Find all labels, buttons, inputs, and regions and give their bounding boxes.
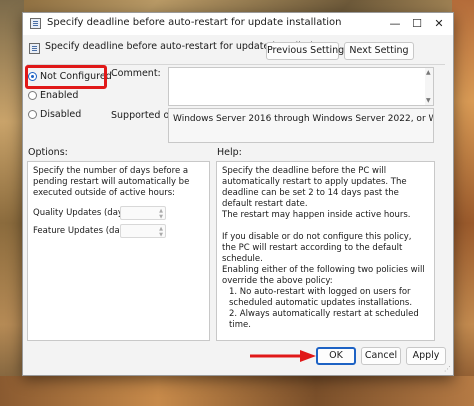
disabled-radio[interactable]: Disabled bbox=[28, 109, 108, 123]
resize-grip-icon[interactable]: ⋰ bbox=[444, 365, 451, 373]
comment-label: Comment: bbox=[111, 68, 161, 79]
annotation-arrow-icon bbox=[250, 350, 316, 362]
previous-setting-button[interactable]: Previous Setting bbox=[266, 42, 344, 60]
desktop-background-bottom bbox=[0, 376, 474, 406]
feature-updates-spinbox[interactable]: ▲ ▼ bbox=[120, 224, 166, 238]
help-paragraph: The restart may happen inside active hou… bbox=[222, 210, 411, 220]
scroll-up-icon[interactable]: ▲ bbox=[426, 69, 431, 76]
minimize-button[interactable]: — bbox=[384, 15, 406, 33]
quality-updates-row: Quality Updates (days): bbox=[33, 208, 134, 218]
title-bar[interactable]: Specify deadline before auto-restart for… bbox=[23, 13, 453, 35]
enabled-radio[interactable]: Enabled bbox=[28, 90, 108, 104]
help-panel: Specify the deadline before the PC will … bbox=[216, 161, 435, 341]
quality-updates-label: Quality Updates (days): bbox=[33, 208, 134, 218]
supported-on-value: Windows Server 2016 through Windows Serv… bbox=[173, 114, 433, 124]
window-title: Specify deadline before auto-restart for… bbox=[47, 17, 342, 28]
radio-icon bbox=[28, 91, 37, 100]
policy-setting-icon bbox=[30, 18, 41, 29]
spin-down-icon[interactable]: ▼ bbox=[159, 232, 163, 238]
options-description: Specify the number of days before a pend… bbox=[33, 166, 190, 198]
options-panel: Specify the number of days before a pend… bbox=[27, 161, 210, 341]
apply-button[interactable]: Apply bbox=[406, 347, 446, 365]
help-paragraph: Specify the deadline before the PC will … bbox=[222, 166, 407, 209]
maximize-button[interactable]: ☐ bbox=[406, 15, 428, 33]
policy-dialog: Specify deadline before auto-restart for… bbox=[22, 12, 454, 376]
desktop-background-left bbox=[0, 0, 24, 406]
help-paragraph: Enabling either of the following two pol… bbox=[222, 265, 425, 286]
enabled-label: Enabled bbox=[40, 90, 79, 101]
radio-icon bbox=[28, 110, 37, 119]
comment-scrollbar[interactable]: ▲ ▼ bbox=[425, 68, 433, 105]
help-list-item: 1. No auto-restart with logged on users … bbox=[229, 287, 413, 308]
close-button[interactable]: ✕ bbox=[428, 15, 450, 33]
annotation-highlight-box bbox=[25, 65, 107, 89]
help-label: Help: bbox=[217, 147, 242, 158]
supported-on-field: Windows Server 2016 through Windows Serv… bbox=[168, 108, 434, 143]
disabled-label: Disabled bbox=[40, 109, 82, 120]
options-label: Options: bbox=[28, 147, 68, 158]
ok-button[interactable]: OK bbox=[316, 347, 356, 365]
cancel-button[interactable]: Cancel bbox=[361, 347, 401, 365]
help-list-item: 2. Always automatically restart at sched… bbox=[229, 309, 419, 330]
quality-updates-spinbox[interactable]: ▲ ▼ bbox=[120, 206, 166, 220]
help-paragraph: If you disable or do not configure this … bbox=[222, 232, 412, 264]
comment-textarea[interactable]: ▲ ▼ bbox=[168, 67, 434, 106]
next-setting-button[interactable]: Next Setting bbox=[344, 42, 414, 60]
policy-setting-icon bbox=[29, 43, 40, 54]
desktop-background-right bbox=[452, 0, 474, 406]
spin-down-icon[interactable]: ▼ bbox=[159, 214, 163, 220]
scroll-down-icon[interactable]: ▼ bbox=[426, 97, 431, 104]
